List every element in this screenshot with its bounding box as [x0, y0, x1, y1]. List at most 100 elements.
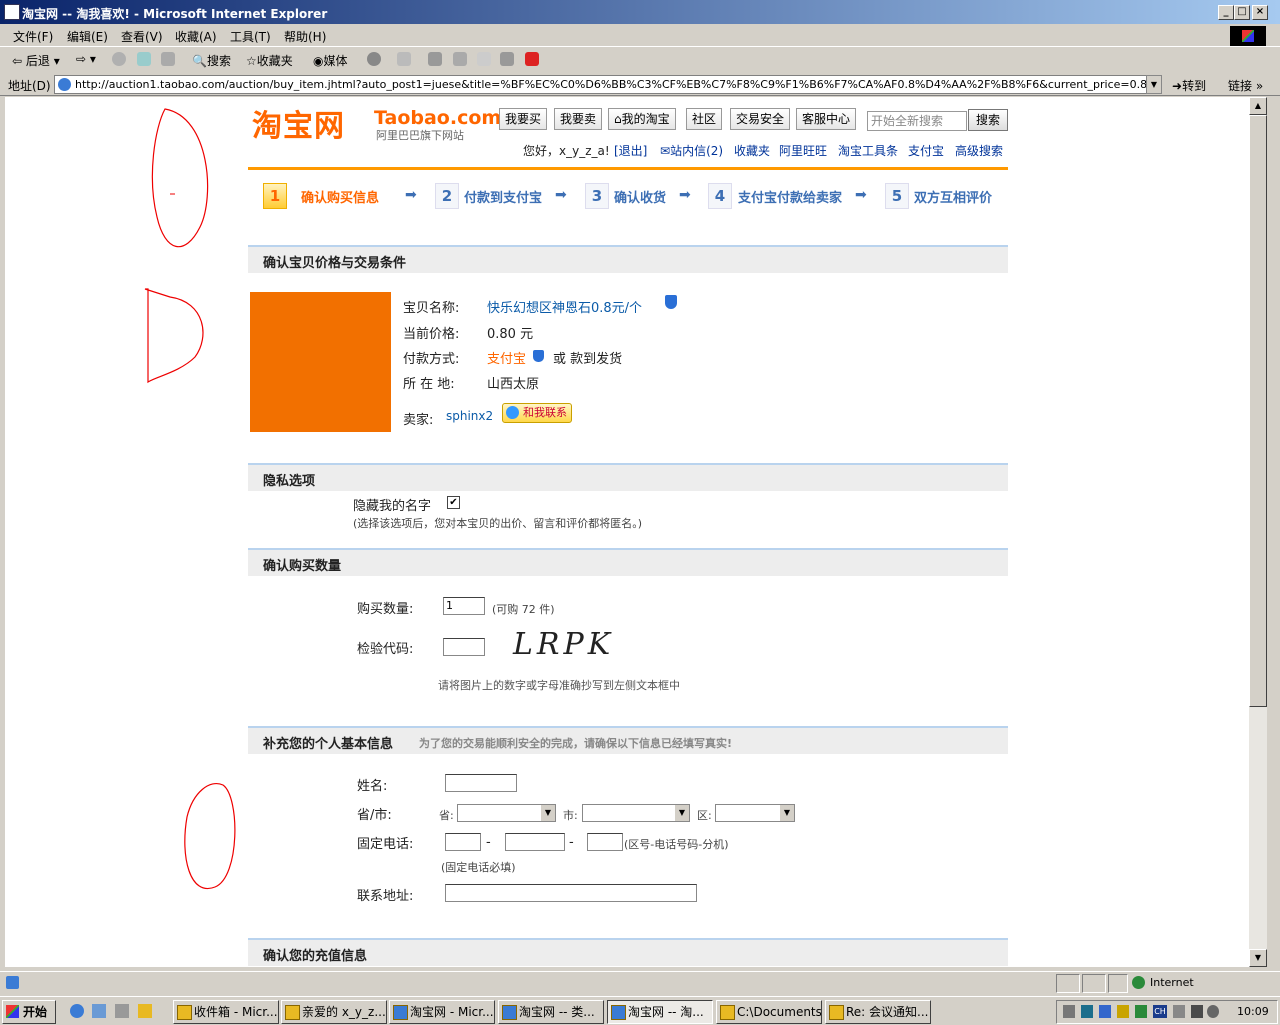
arrow-icon: ➡ — [405, 187, 417, 203]
seller-label: 卖家: — [403, 413, 434, 428]
tray-icon[interactable] — [1191, 1005, 1203, 1018]
search-input[interactable]: 开始全新搜索 — [867, 111, 967, 131]
keyboard-icon[interactable] — [1173, 1005, 1185, 1018]
menu-help[interactable]: 帮助(H) — [284, 28, 326, 45]
outlook-quicklaunch-icon[interactable] — [92, 1004, 106, 1018]
scroll-down-button[interactable]: ▼ — [1249, 949, 1267, 967]
nav-community[interactable]: 社区 — [686, 108, 723, 130]
menu-file[interactable]: 文件(F) — [13, 28, 53, 45]
favorites-button[interactable]: ☆收藏夹 — [246, 52, 293, 69]
task-documents[interactable]: C:\Documents... — [716, 1000, 822, 1024]
refresh-icon[interactable] — [137, 52, 151, 66]
step-2-label: 付款到支付宝 — [464, 191, 543, 206]
maximize-button[interactable]: □ — [1234, 5, 1250, 20]
window-title-bar[interactable]: 淘宝网 -- 淘我喜欢! - Microsoft Internet Explor… — [0, 0, 1280, 24]
tray-icon[interactable] — [1081, 1005, 1093, 1018]
contact-button[interactable]: 和我联系 — [502, 403, 572, 423]
menu-edit[interactable]: 编辑(E) — [67, 28, 108, 45]
district-prefix: 区: — [697, 809, 712, 822]
hide-name-checkbox[interactable]: ✔ — [447, 496, 460, 509]
status-pane — [1056, 974, 1080, 993]
province-select[interactable] — [457, 804, 556, 822]
links-button[interactable]: 链接 » — [1228, 77, 1263, 94]
app-quicklaunch-icon[interactable] — [138, 1004, 152, 1018]
alipay-payment-link[interactable]: 支付宝 — [487, 348, 526, 367]
nav-my-taobao[interactable]: ⌂我的淘宝 — [608, 108, 676, 130]
step-4-number: 4 — [708, 183, 732, 209]
search-button[interactable]: 🔍搜索 — [192, 52, 231, 69]
task-meeting[interactable]: Re: 会议通知... — [825, 1000, 931, 1024]
addon-icon[interactable] — [525, 52, 539, 66]
vertical-scrollbar[interactable]: ▲ ▼ — [1249, 97, 1267, 967]
district-select[interactable] — [715, 804, 795, 822]
logo-english[interactable]: Taobao.com — [374, 107, 501, 129]
location-value: 山西太原 — [487, 377, 540, 392]
go-button[interactable]: ➜转到 — [1172, 77, 1206, 94]
seller-link[interactable]: sphinx2 — [446, 409, 493, 423]
close-button[interactable]: × — [1252, 5, 1268, 20]
toolbar-link[interactable]: 淘宝工具条 — [838, 142, 898, 159]
favorites-link[interactable]: 收藏夹 — [734, 142, 770, 159]
step-4-label: 支付宝付款给卖家 — [738, 191, 843, 206]
task-inbox[interactable]: 收件箱 - Micr... — [173, 1000, 279, 1024]
extension-input[interactable] — [587, 833, 623, 851]
nav-trade-safety[interactable]: 交易安全 — [730, 108, 791, 130]
address-input[interactable]: http://auction1.taobao.com/auction/buy_i… — [54, 75, 1160, 94]
home-icon[interactable] — [161, 52, 175, 66]
desktop-quicklaunch-icon[interactable] — [115, 1004, 129, 1018]
alipay-link[interactable]: 支付宝 — [908, 142, 944, 159]
greeting: 您好，x_y_z_a! — [523, 144, 610, 158]
task-taobao-2[interactable]: 淘宝网 -- 类... — [498, 1000, 604, 1024]
messenger-icon[interactable] — [500, 52, 514, 66]
city-select[interactable] — [582, 804, 690, 822]
tray-icon[interactable] — [1207, 1005, 1219, 1018]
quantity-label: 购买数量: — [357, 602, 414, 617]
task-mail[interactable]: 亲爱的 x_y_z... — [281, 1000, 387, 1024]
item-image[interactable] — [250, 292, 391, 432]
item-name-link[interactable]: 快乐幻想区神恩石0.8元/个 — [487, 297, 642, 316]
ie-quicklaunch-icon[interactable] — [70, 1004, 84, 1018]
discuss-icon[interactable] — [477, 52, 491, 66]
stop-icon[interactable] — [112, 52, 126, 66]
print-icon[interactable] — [428, 52, 442, 66]
nav-buy[interactable]: 我要买 — [499, 108, 548, 130]
scrollbar-thumb[interactable] — [1249, 115, 1267, 707]
menu-tools[interactable]: 工具(T) — [230, 28, 271, 45]
search-button[interactable]: 搜索 — [968, 109, 1008, 131]
task-taobao-1[interactable]: 淘宝网 - Micr... — [389, 1000, 495, 1024]
advanced-search-link[interactable]: 高级搜索 — [955, 142, 1003, 159]
quantity-input[interactable]: 1 — [443, 597, 485, 615]
phone-format-note: (区号-电话号码-分机) — [624, 838, 729, 851]
tray-icon[interactable] — [1135, 1005, 1147, 1018]
forward-button[interactable]: ⇨ ▾ — [76, 52, 96, 66]
input-method-icon[interactable]: CH — [1153, 1005, 1167, 1018]
message-link[interactable]: ✉站内信(2) — [660, 142, 723, 159]
clock[interactable]: 10:09 — [1237, 1005, 1269, 1018]
arrow-icon: ➡ — [855, 187, 867, 203]
minimize-button[interactable]: _ — [1218, 5, 1234, 20]
menu-favorites[interactable]: 收藏(A) — [175, 28, 217, 45]
area-code-input[interactable] — [445, 833, 481, 851]
nav-customer-service[interactable]: 客服中心 — [796, 108, 857, 130]
tray-icon[interactable] — [1117, 1005, 1129, 1018]
history-icon[interactable] — [367, 52, 381, 66]
scroll-up-button[interactable]: ▲ — [1249, 97, 1267, 115]
address-dropdown[interactable]: ▼ — [1146, 75, 1162, 94]
tray-icon[interactable] — [1099, 1005, 1111, 1018]
logout-link[interactable]: [退出] — [614, 142, 647, 159]
volume-icon[interactable] — [1063, 1005, 1075, 1018]
phone-number-input[interactable] — [505, 833, 565, 851]
name-input[interactable] — [445, 774, 517, 792]
start-button[interactable]: 开始 — [2, 1000, 56, 1024]
captcha-input[interactable] — [443, 638, 485, 656]
back-button[interactable]: ⇦ 后退 ▾ — [12, 52, 60, 69]
edit-icon[interactable] — [453, 52, 467, 66]
address-input[interactable] — [445, 884, 697, 902]
task-taobao-active[interactable]: 淘宝网 -- 淘... — [607, 1000, 713, 1024]
logo-chinese[interactable]: 淘宝网 — [252, 101, 345, 145]
media-button[interactable]: ◉媒体 — [313, 52, 348, 69]
wangwang-link[interactable]: 阿里旺旺 — [779, 142, 827, 159]
menu-view[interactable]: 查看(V) — [121, 28, 163, 45]
nav-sell[interactable]: 我要卖 — [554, 108, 603, 130]
mail-icon[interactable] — [397, 52, 411, 66]
